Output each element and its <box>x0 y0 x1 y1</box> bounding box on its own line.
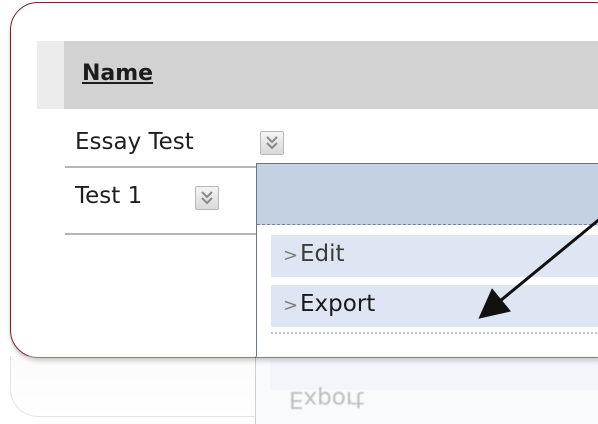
reflection-label: Export <box>289 386 365 412</box>
arrow-icon <box>478 218 598 319</box>
card-reflection: Export <box>0 356 598 424</box>
screenshot-card: Name Essay Test Test 1 > Edit > Export <box>10 2 598 358</box>
